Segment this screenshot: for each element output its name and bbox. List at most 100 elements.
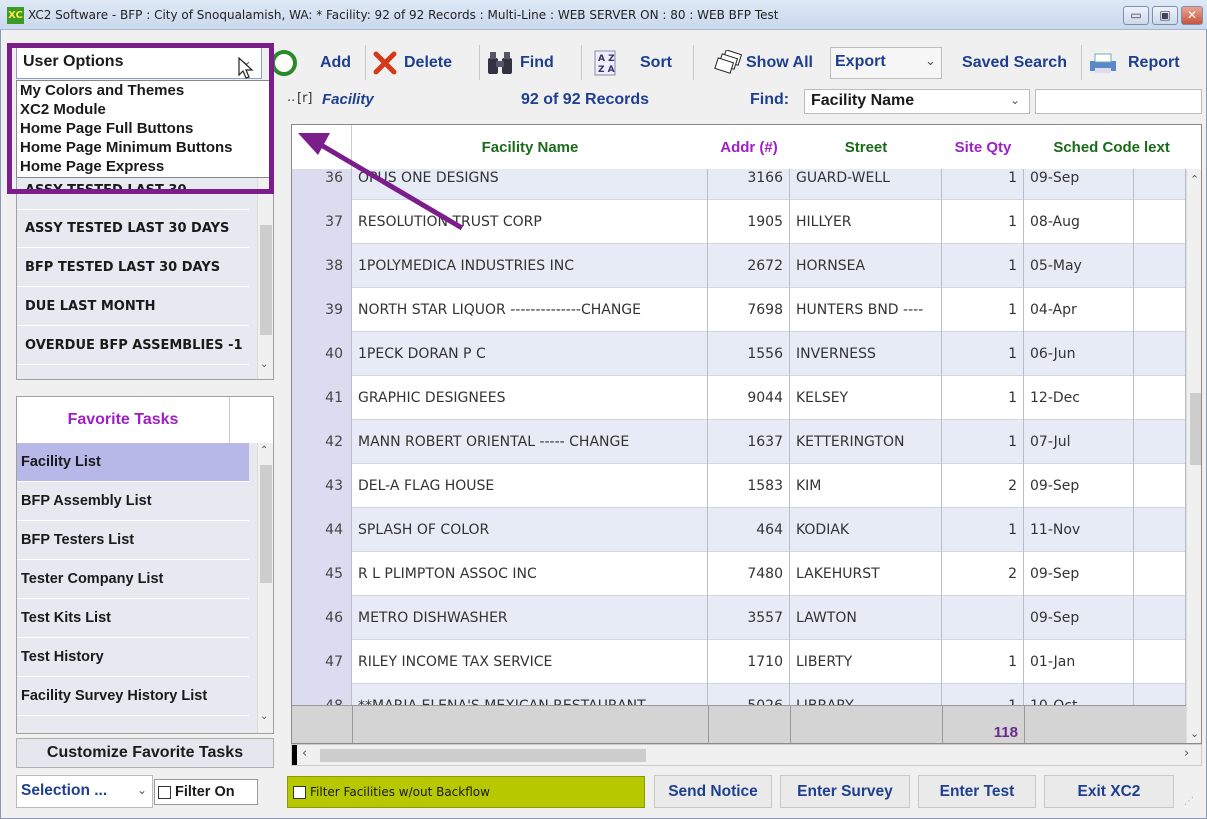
export-select[interactable]: Export ⌄ <box>830 47 942 79</box>
row-number[interactable]: 47 <box>292 640 352 684</box>
delete-button[interactable]: Delete <box>372 45 480 80</box>
row-number[interactable]: 38 <box>292 244 352 288</box>
find-value-input[interactable] <box>1035 89 1202 114</box>
record-count: 92 of 92 Records <box>521 91 650 108</box>
scroll-left-icon[interactable]: ‹ <box>302 746 307 761</box>
favorite-task-item[interactable]: BFP Assembly List <box>17 482 249 521</box>
show-all-button[interactable]: Show All <box>712 45 830 80</box>
enter-survey-button[interactable]: Enter Survey <box>780 775 910 808</box>
saved-search-item[interactable]: DUE LAST MONTH <box>17 287 249 326</box>
filter-facilities-checkbox[interactable]: Filter Facilities w/out Backflow <box>287 776 645 808</box>
table-row[interactable]: 39 NORTH STAR LIQUOR --------------CHANGE… <box>292 288 1186 332</box>
scroll-down-icon[interactable]: ⌄ <box>260 711 268 722</box>
send-notice-button[interactable]: Send Notice <box>654 775 772 808</box>
favorite-task-item[interactable]: Facility Survey History List <box>17 677 249 716</box>
next-cell <box>1134 200 1186 244</box>
scroll-thumb[interactable] <box>260 465 272 583</box>
addr-cell: 464 <box>708 508 790 552</box>
maximize-button[interactable]: ▣ <box>1152 6 1178 25</box>
favorites-scrollbar[interactable]: ⌃ ⌄ <box>257 443 273 733</box>
table-row[interactable]: 40 1PECK DORAN P C 1556 INVERNESS 1 06-Jun <box>292 332 1186 376</box>
col-header-addr[interactable]: Addr (#) <box>708 125 790 169</box>
saved-search-item[interactable]: ASSY TESTED LAST 30 DAYS <box>17 209 249 248</box>
site-qty-cell: 1 <box>942 420 1024 464</box>
row-number[interactable]: 41 <box>292 376 352 420</box>
next-cell <box>1134 244 1186 288</box>
site-qty-cell: 1 <box>942 508 1024 552</box>
exit-button[interactable]: Exit XC2 <box>1044 775 1174 808</box>
col-header-next[interactable]: lext <box>1144 125 1186 169</box>
table-row[interactable]: 47 RILEY INCOME TAX SERVICE 1710 LIBERTY 1 01… <box>292 640 1186 684</box>
table-row[interactable]: 38 1POLYMEDICA INDUSTRIES INC 2672 HORNSEA 1… <box>292 244 1186 288</box>
facility-name-cell: RILEY INCOME TAX SERVICE <box>352 640 708 684</box>
saved-search-button[interactable]: Saved Search <box>948 45 1082 80</box>
row-number[interactable]: 43 <box>292 464 352 508</box>
scroll-right-icon[interactable]: › <box>1184 746 1189 761</box>
favorite-task-item[interactable]: BFP Testers List <box>17 521 249 560</box>
row-number[interactable]: 48 <box>292 684 352 705</box>
saved-search-item[interactable]: BFP TESTED LAST 30 DAYS <box>17 248 249 287</box>
table-row[interactable]: 42 MANN ROBERT ORIENTAL ----- CHANGE 1637 K… <box>292 420 1186 464</box>
add-button[interactable]: Add <box>306 45 366 80</box>
table-row[interactable]: 45 R L PLIMPTON ASSOC INC 7480 LAKEHURST 2 09… <box>292 552 1186 596</box>
row-number[interactable]: 39 <box>292 288 352 332</box>
favorite-task-item[interactable]: Facility List <box>17 443 249 482</box>
col-header-site-qty[interactable]: Site Qty <box>942 125 1024 169</box>
favorite-task-item[interactable]: Test Kits List <box>17 599 249 638</box>
table-row[interactable]: 46 METRO DISHWASHER 3557 LAWTON 09-Sep <box>292 596 1186 640</box>
row-number[interactable]: 40 <box>292 332 352 376</box>
scroll-thumb[interactable] <box>260 225 272 335</box>
add-icon[interactable] <box>271 50 297 76</box>
scroll-thumb[interactable] <box>1190 393 1201 465</box>
record-bracket: [r] <box>297 91 313 106</box>
addr-cell: 1583 <box>708 464 790 508</box>
checkbox-box[interactable] <box>158 785 171 799</box>
street-cell: HUNTERS BND ---- <box>790 288 942 332</box>
delete-x-icon <box>373 51 397 74</box>
row-number[interactable]: 46 <box>292 596 352 640</box>
col-header-street[interactable]: Street <box>790 125 942 169</box>
col-header-sched-code[interactable]: Sched Code <box>1024 125 1144 169</box>
grid-horizontal-scrollbar[interactable]: ‹ › <box>291 744 1202 766</box>
row-number[interactable]: 44 <box>292 508 352 552</box>
facility-name-cell: MANN ROBERT ORIENTAL ----- CHANGE <box>352 420 708 464</box>
find-field-select[interactable]: Facility Name ⌄ <box>804 89 1030 114</box>
resize-grip-icon[interactable]: ⋰ <box>1184 796 1194 807</box>
selection-select[interactable]: Selection ... ⌄ <box>16 775 153 808</box>
sched-code-cell: 10-Oct <box>1024 684 1134 705</box>
report-button[interactable]: Report <box>1088 45 1198 80</box>
checkbox-box[interactable] <box>293 785 306 799</box>
scroll-down-icon[interactable]: ⌄ <box>1190 727 1199 740</box>
find-button[interactable]: Find <box>486 45 582 80</box>
addr-cell: 3557 <box>708 596 790 640</box>
scroll-thumb[interactable] <box>320 749 646 762</box>
facility-name-cell: 1POLYMEDICA INDUSTRIES INC <box>352 244 708 288</box>
header-divider <box>229 397 230 443</box>
saved-search-item[interactable]: OVERDUE BFP ASSEMBLIES -1 <box>17 326 249 365</box>
sched-code-cell: 05-May <box>1024 244 1134 288</box>
sched-code-cell: 07-Jul <box>1024 420 1134 464</box>
close-button[interactable]: ✕ <box>1181 6 1203 25</box>
grid-vertical-scrollbar[interactable]: ⌃ ⌄ <box>1186 169 1201 743</box>
table-row[interactable]: 43 DEL-A FLAG HOUSE 1583 KIM 2 09-Sep <box>292 464 1186 508</box>
row-number[interactable]: 45 <box>292 552 352 596</box>
table-row[interactable]: 41 GRAPHIC DESIGNEES 9044 KELSEY 1 12-Dec <box>292 376 1186 420</box>
saved-searches-scrollbar[interactable]: ⌃ ⌄ <box>257 169 273 379</box>
favorite-task-item[interactable]: Tester Company List <box>17 560 249 599</box>
sort-button[interactable]: A ZZ A Sort <box>594 45 694 80</box>
scroll-down-icon[interactable]: ⌄ <box>260 359 268 370</box>
row-number[interactable]: 42 <box>292 420 352 464</box>
next-cell <box>1134 508 1186 552</box>
table-row[interactable]: 44 SPLASH OF COLOR 464 KODIAK 1 11-Nov <box>292 508 1186 552</box>
filter-on-checkbox[interactable]: Filter On <box>154 779 258 805</box>
minimize-button[interactable]: ▭ <box>1123 6 1149 25</box>
scroll-up-icon[interactable]: ⌃ <box>1190 173 1199 186</box>
scroll-up-icon[interactable]: ⌃ <box>260 445 268 456</box>
enter-test-button[interactable]: Enter Test <box>918 775 1036 808</box>
ellipsis-marker: .. <box>287 90 296 105</box>
table-row[interactable]: 48**MARIA ELENA'S MEXICAN RESTAURANT5026… <box>292 684 1186 705</box>
favorite-task-item[interactable]: Test History <box>17 638 249 677</box>
customize-favorites-button[interactable]: Customize Favorite Tasks <box>16 738 274 768</box>
sched-code-cell: 04-Apr <box>1024 288 1134 332</box>
next-cell <box>1134 420 1186 464</box>
